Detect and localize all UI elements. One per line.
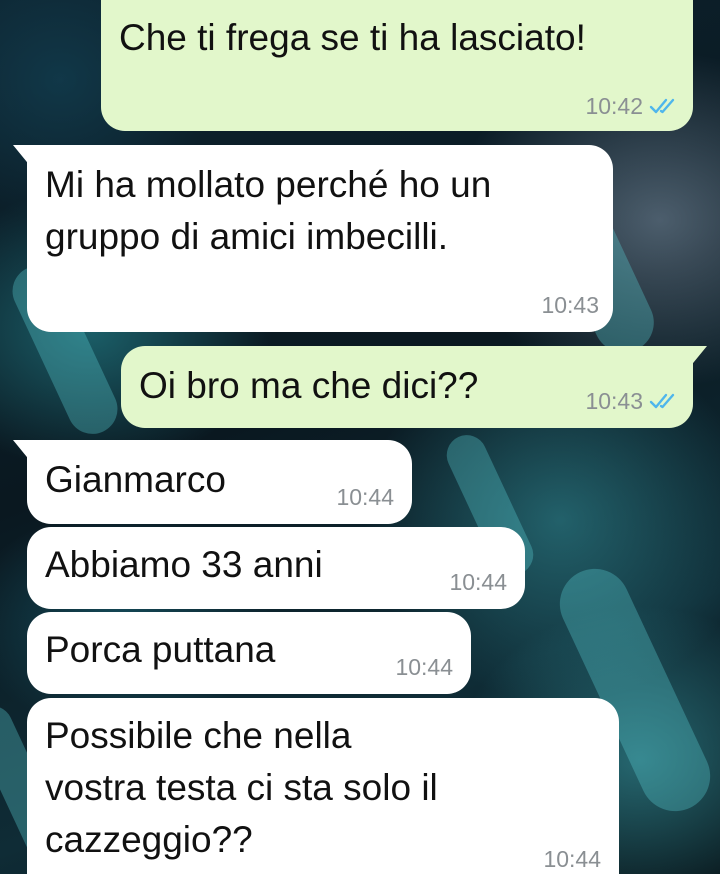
message-text: Porca puttana bbox=[45, 629, 276, 670]
double-check-icon bbox=[649, 98, 675, 114]
message-text: Abbiamo 33 anni bbox=[45, 544, 323, 585]
message-text-line: vostra testa ci sta solo il bbox=[45, 767, 438, 808]
message-time: 10:44 bbox=[395, 654, 453, 680]
message-time: 10:44 bbox=[543, 846, 601, 872]
message-time: 10:42 bbox=[585, 93, 643, 119]
message-bubble-incoming[interactable]: Gianmarco 10:44 bbox=[13, 440, 412, 524]
message-text: Gianmarco bbox=[45, 459, 226, 500]
message-text-line: cazzeggio?? bbox=[45, 819, 253, 860]
message-bubble-incoming[interactable]: Abbiamo 33 anni 10:44 bbox=[27, 527, 525, 609]
message-bubble-outgoing[interactable]: Che ti frega se ti ha lasciato! 10:42 bbox=[101, 0, 693, 131]
message-text: Oi bro ma che dici?? bbox=[139, 365, 479, 406]
message-text-line: Mi ha mollato perché ho un bbox=[45, 164, 492, 205]
message-bubble-incoming[interactable]: Mi ha mollato perché ho un gruppo di ami… bbox=[13, 145, 613, 332]
message-time: 10:43 bbox=[541, 292, 599, 318]
message-text-line: Possibile che nella bbox=[45, 715, 352, 756]
message-bubble-outgoing[interactable]: Oi bro ma che dici?? 10:43 bbox=[121, 346, 707, 428]
message-text-line: gruppo di amici imbecilli. bbox=[45, 216, 449, 257]
message-time: 10:44 bbox=[336, 484, 394, 510]
message-bubble-incoming[interactable]: Porca puttana 10:44 bbox=[27, 612, 471, 694]
message-text: Che ti frega se ti ha lasciato! bbox=[119, 17, 586, 58]
double-check-icon bbox=[649, 393, 675, 409]
message-time: 10:44 bbox=[449, 569, 507, 595]
message-time: 10:43 bbox=[585, 388, 643, 414]
message-bubble-incoming[interactable]: Possibile che nella vostra testa ci sta … bbox=[27, 698, 619, 874]
